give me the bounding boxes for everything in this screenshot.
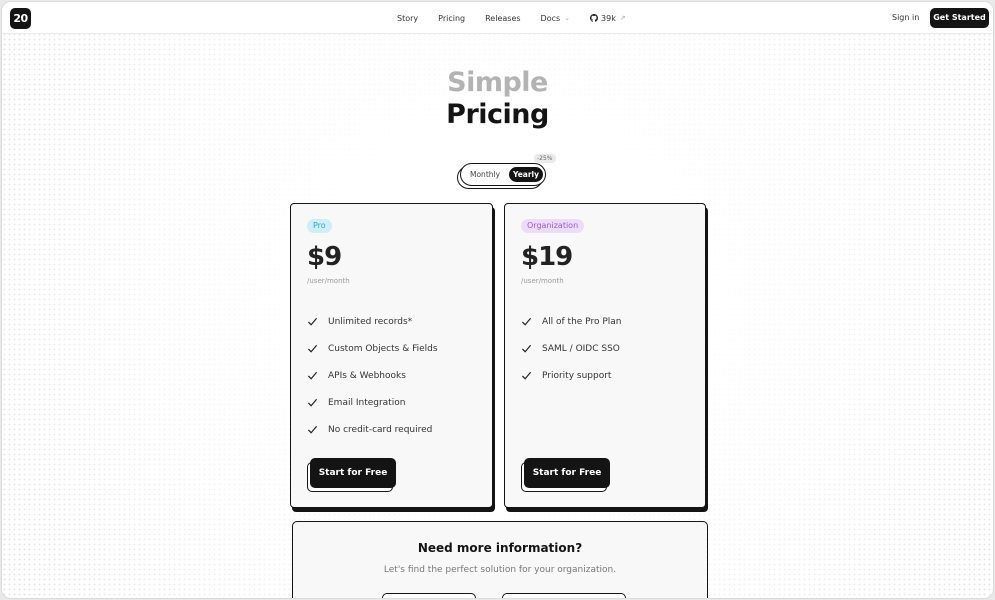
check-icon (307, 398, 318, 407)
toggle-monthly[interactable]: Monthly (470, 170, 500, 179)
toggle-yearly[interactable]: Yearly (509, 167, 543, 182)
check-icon (521, 344, 532, 353)
hero-title-line2: Pricing (446, 99, 549, 130)
feature-item: Priority support (521, 362, 621, 389)
plan-period: /user/month (521, 277, 564, 285)
chevron-down-icon: ⌄ (564, 14, 571, 22)
hero-title-line1: Simple (447, 67, 548, 98)
info-subtitle: Let's find the perfect solution for your… (383, 565, 617, 575)
logo[interactable]: 20 (10, 8, 31, 29)
get-started-button[interactable]: Get Started (930, 8, 989, 28)
feature-list: All of the Pro Plan SAML / OIDC SSO Prio… (521, 308, 621, 389)
nav-links: Story Pricing Releases Docs ⌄ 39k ↗ (397, 2, 646, 34)
check-icon (307, 344, 318, 353)
plan-period: /user/month (307, 277, 350, 285)
start-free-button-organization[interactable]: Start for Free (524, 458, 610, 488)
info-title: Need more information? (417, 541, 583, 555)
feature-item: All of the Pro Plan (521, 308, 621, 335)
nav-link-docs-label: Docs (540, 13, 561, 23)
billing-toggle[interactable]: Monthly Yearly (460, 163, 546, 186)
check-icon (521, 371, 532, 380)
check-icon (307, 425, 318, 434)
feature-item: No credit-card required (307, 416, 438, 443)
nav-link-releases[interactable]: Releases (485, 14, 520, 23)
feature-item: Custom Objects & Fields (307, 335, 438, 362)
nav-link-docs[interactable]: Docs ⌄ (541, 14, 571, 23)
top-nav: 20 Story Pricing Releases Docs ⌄ 39k ↗ S… (2, 2, 993, 34)
check-icon (307, 317, 318, 326)
github-icon (590, 14, 599, 22)
plan-card-pro: Pro $9 /user/month Unlimited records* Cu… (290, 203, 493, 508)
info-box: Need more information? Let's find the pe… (292, 521, 708, 598)
nav-link-story[interactable]: Story (397, 14, 418, 23)
check-icon (307, 371, 318, 380)
page: 20 Story Pricing Releases Docs ⌄ 39k ↗ S… (1, 1, 994, 599)
plan-badge: Organization (521, 219, 585, 233)
info-button-right[interactable] (502, 593, 626, 598)
github-link[interactable]: 39k ↗ (590, 14, 626, 23)
plan-price: $9 (307, 242, 342, 272)
plan-card-organization: Organization $19 /user/month All of the … (504, 203, 706, 508)
feature-item: SAML / OIDC SSO (521, 335, 621, 362)
feature-item: APIs & Webhooks (307, 362, 438, 389)
start-free-button-pro[interactable]: Start for Free (310, 458, 396, 488)
github-stars: 39k (601, 13, 616, 23)
feature-list: Unlimited records* Custom Objects & Fiel… (307, 308, 438, 443)
discount-badge: -25% (534, 154, 556, 163)
plan-price: $19 (521, 242, 573, 272)
feature-item: Unlimited records* (307, 308, 438, 335)
check-icon (521, 317, 532, 326)
signin-link[interactable]: Sign in (892, 13, 919, 22)
feature-item: Email Integration (307, 389, 438, 416)
external-link-icon: ↗ (619, 14, 626, 22)
plan-badge: Pro (307, 219, 332, 233)
nav-link-pricing[interactable]: Pricing (438, 14, 465, 23)
info-button-left[interactable] (382, 593, 476, 598)
